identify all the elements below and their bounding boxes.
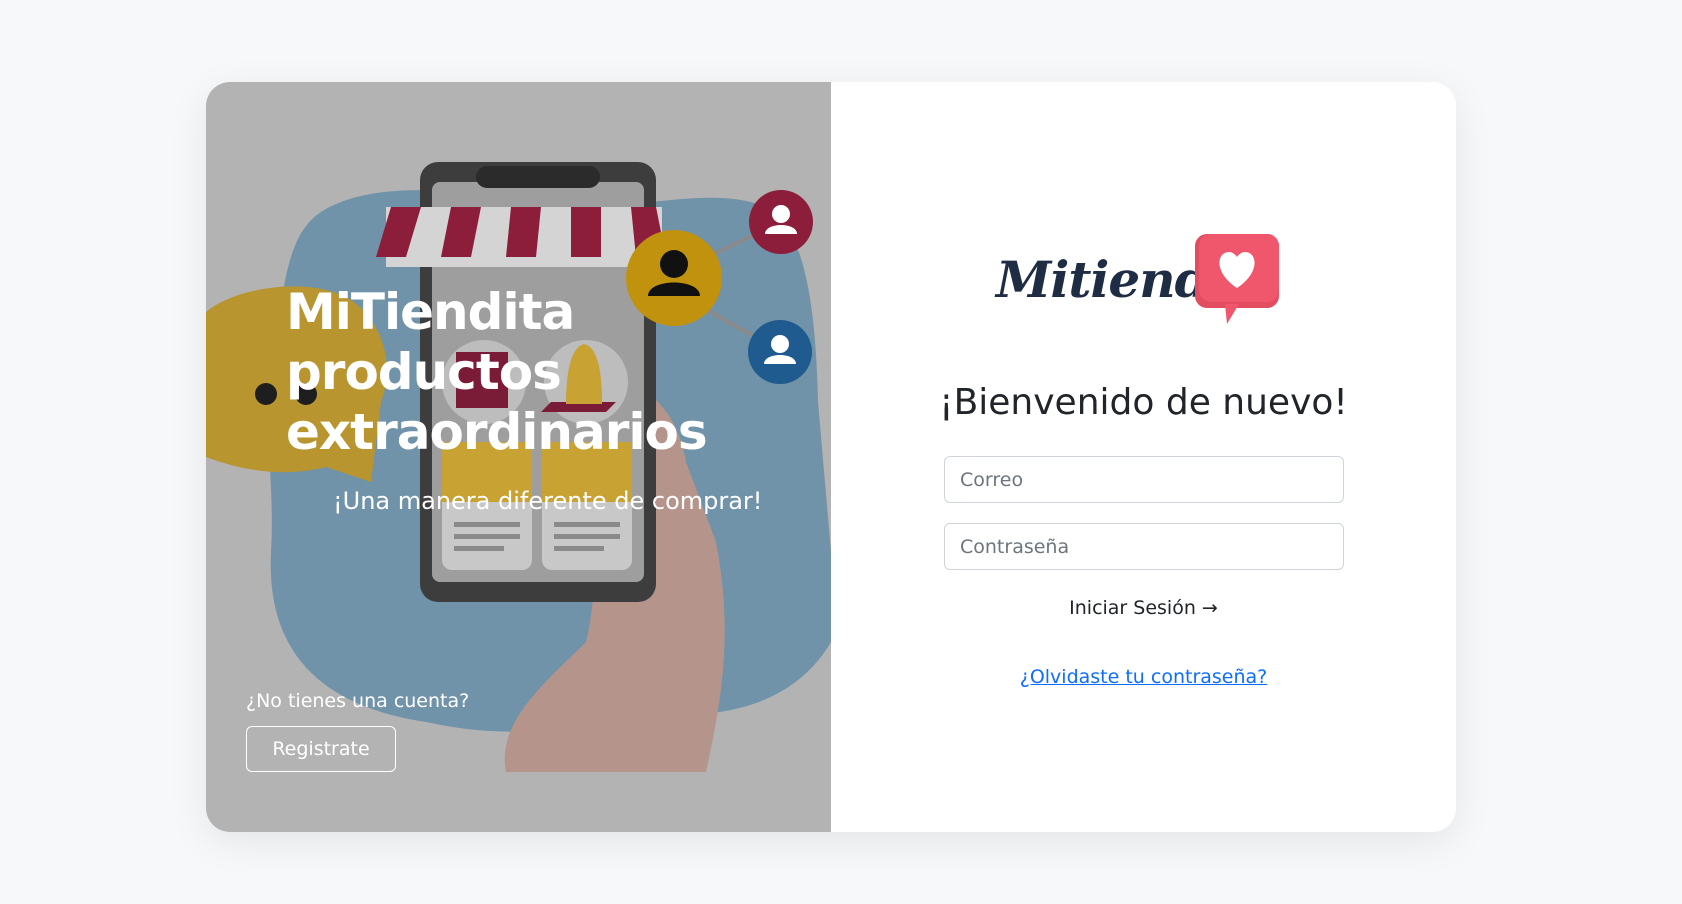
hero-tagline: ¡Una manera diferente de comprar! xyxy=(333,487,763,515)
email-input[interactable] xyxy=(944,456,1344,503)
headline-line-2: productos xyxy=(286,343,562,401)
heart-chat-bubble-icon xyxy=(1195,234,1279,324)
login-button[interactable]: Iniciar Sesión → xyxy=(831,597,1456,619)
welcome-heading: ¡Bienvenido de nuevo! xyxy=(939,382,1348,423)
hero-panel: MiTiendita productos extraordinarios ¡Un… xyxy=(206,82,831,832)
login-panel: Mitiendita ¡Bienvenido de nuevo! Iniciar… xyxy=(831,82,1456,832)
headline-line-3: extraordinarios xyxy=(286,403,708,461)
register-button[interactable]: Registrate xyxy=(246,726,396,772)
forgot-password-link[interactable]: ¿Olvidaste tu contraseña? xyxy=(831,666,1456,688)
headline-line-1: MiTiendita xyxy=(286,283,575,341)
password-input[interactable] xyxy=(944,523,1344,570)
no-account-text: ¿No tienes una cuenta? xyxy=(246,690,470,712)
brand-logo: Mitiendita xyxy=(996,232,1281,327)
login-card: MiTiendita productos extraordinarios ¡Un… xyxy=(206,82,1456,832)
phone-notch xyxy=(476,166,600,188)
hero-headline: MiTiendita productos extraordinarios xyxy=(286,282,708,462)
